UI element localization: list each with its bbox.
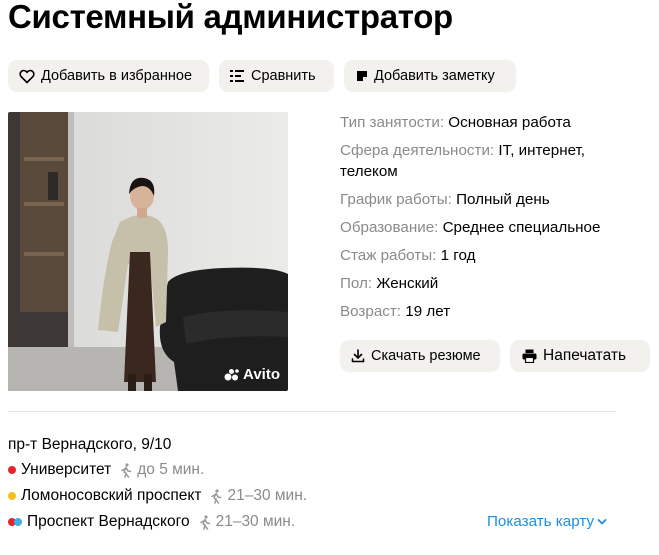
param-key: Тип занятости: [340, 114, 445, 131]
param-key: Сфера деятельности: [340, 142, 495, 159]
metro-station: Ломоносовский проспект 21–30 мин. [8, 487, 307, 505]
param-employment-type: Тип занятости: Основная работа [340, 112, 630, 133]
param-key: Возраст: [340, 303, 402, 320]
avito-watermark: Avito [224, 366, 280, 383]
param-key: Образование: [340, 219, 439, 236]
avito-watermark-text: Avito [243, 366, 280, 383]
metro-line-icon [8, 492, 16, 500]
walking-icon [209, 488, 223, 504]
add-to-favorites-button[interactable]: Добавить в избранное [8, 60, 209, 92]
param-key: Стаж работы: [340, 247, 437, 264]
param-gender: Пол: Женский [340, 273, 630, 294]
param-key: График работы: [340, 191, 452, 208]
add-to-favorites-label: Добавить в избранное [41, 68, 193, 84]
compare-icon [230, 69, 245, 83]
metro-station-name: Ломоносовский проспект [21, 487, 202, 504]
page-title: Системный администратор [8, 0, 453, 35]
param-education: Образование: Среднее специальное [340, 217, 630, 238]
resume-params: Тип занятости: Основная работа Сфера дея… [340, 112, 630, 329]
metro-station-name: Университет [21, 461, 112, 478]
heart-icon [19, 69, 35, 84]
metro-time: 21–30 мин. [227, 487, 308, 504]
compare-label: Сравнить [251, 68, 316, 84]
download-resume-label: Скачать резюме [371, 348, 481, 364]
add-note-button[interactable]: Добавить заметку [344, 60, 516, 92]
param-schedule: График работы: Полный день [340, 189, 630, 210]
param-key: Пол: [340, 275, 373, 292]
download-icon [351, 349, 365, 363]
metro-station-name: Проспект Вернадского [27, 513, 190, 530]
metro-line-dot [8, 492, 16, 500]
param-value: Основная работа [448, 114, 571, 131]
metro-line-icon [8, 466, 16, 474]
metro-station: Университет до 5 мин. [8, 461, 204, 479]
param-field: Сфера деятельности: IT, интернет, телеко… [340, 140, 630, 182]
resume-photo[interactable]: Avito [8, 112, 288, 391]
metro-line-dot [14, 518, 22, 526]
metro-station: Проспект Вернадского 21–30 мин. [8, 513, 295, 531]
show-map-link[interactable]: Показать карту [487, 513, 607, 530]
metro-time: до 5 мин. [137, 461, 205, 478]
param-value: Полный день [456, 191, 550, 208]
note-icon [356, 70, 368, 82]
address: пр-т Вернадского, 9/10 [8, 436, 172, 453]
print-button[interactable]: Напечатать [510, 340, 650, 372]
walking-icon [119, 462, 133, 478]
chevron-down-icon [597, 518, 607, 526]
param-value: Женский [376, 275, 439, 292]
section-divider [8, 411, 616, 412]
walking-icon [198, 514, 212, 530]
metro-time: 21–30 мин. [215, 513, 296, 530]
metro-line-dot [8, 466, 16, 474]
printer-icon [522, 349, 537, 363]
param-experience: Стаж работы: 1 год [340, 245, 630, 266]
param-age: Возраст: 19 лет [340, 301, 630, 322]
show-map-label: Показать карту [487, 513, 595, 530]
metro-line-icon [8, 518, 22, 526]
param-value: Среднее специальное [442, 219, 601, 236]
param-value: 19 лет [405, 303, 451, 320]
photo-illustration [8, 112, 288, 391]
add-note-label: Добавить заметку [374, 68, 495, 84]
download-resume-button[interactable]: Скачать резюме [340, 340, 500, 372]
param-value: 1 год [440, 247, 476, 264]
print-label: Напечатать [543, 347, 627, 364]
compare-button[interactable]: Сравнить [219, 60, 334, 92]
avito-logo-icon [224, 368, 240, 382]
